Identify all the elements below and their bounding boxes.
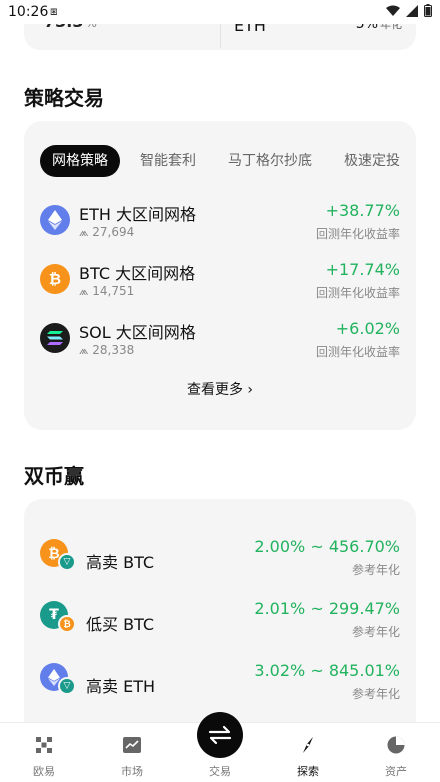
strategy-tabs: 网格策略 智能套利 马丁格尔抄底 极速定投 [40,145,412,177]
usdt-btc-pair-icon: ₮ ₿ [40,601,76,637]
dual-pct: 3.02% ~ 845.01% [254,661,400,680]
tab-arbitrage[interactable]: 智能套利 [128,145,208,177]
grid-users: ⩕ 14,751 [79,284,135,298]
grid-row-eth[interactable]: ETH 大区间网格 ⩕ 27,694 +38.77% 回测年化收益率 [40,197,400,245]
dual-pct-label: 参考年化 [351,563,400,577]
nav-label: 市场 [121,765,143,778]
nav-assets[interactable]: 资产 [352,723,440,782]
nav-label: 资产 [385,765,407,778]
grid-pct-label: 回测年化收益率 [315,286,400,300]
signal-icon [406,4,418,17]
nav-label: 欧易 [33,765,55,778]
dual-row-sell-btc[interactable]: ₿ ▽ 高卖 BTC 2.00% ~ 456.70% 参考年化 [40,537,400,583]
sol-icon [40,323,70,353]
tab-martingale[interactable]: 马丁格尔抄底 [216,145,324,177]
status-bar: 10:26 ⧆ [0,0,440,24]
dual-pct-label: 参考年化 [351,687,400,701]
dual-name: 高卖 ETH [86,677,156,696]
battery-icon [424,4,432,17]
grid-name: BTC 大区间网格 [79,264,196,283]
grid-name: ETH 大区间网格 [79,205,197,224]
dual-pct-label: 参考年化 [351,625,400,639]
users-icon: ⩕ [79,225,93,239]
tab-recurring[interactable]: 极速定投 [332,145,412,177]
grid-users: ⩕ 28,338 [79,343,135,357]
grid-users: ⩕ 27,694 [79,225,135,239]
okx-logo-icon [36,737,52,753]
nav-label: 探索 [297,765,319,778]
dual-section-title: 双币赢 [24,464,84,488]
nav-label: 交易 [209,765,231,778]
grid-pct: +38.77% [325,201,400,220]
dual-row-sell-eth[interactable]: ▽ 高卖 ETH 3.02% ~ 845.01% 参考年化 [40,661,400,707]
strategy-card: 网格策略 智能套利 马丁格尔抄底 极速定投 ETH 大区间网格 ⩕ 27,694… [24,121,416,430]
grid-row-sol[interactable]: SOL 大区间网格 ⩕ 28,338 +6.02% 回测年化收益率 [40,315,400,363]
status-icons [386,4,432,17]
tab-grid[interactable]: 网格策略 [40,145,120,177]
grid-pct-label: 回测年化收益率 [315,227,400,241]
grid-pct: +6.02% [335,319,400,338]
nav-okx[interactable]: 欧易 [0,723,88,782]
chevron-right-icon: › [247,382,254,398]
swap-icon [208,725,232,745]
nav-market[interactable]: 市场 [88,723,176,782]
see-more-link[interactable]: 查看更多 › [24,379,416,399]
grid-pct-label: 回测年化收益率 [315,345,400,359]
dual-pct: 2.01% ~ 299.47% [254,599,400,618]
dual-row-buy-btc[interactable]: ₮ ₿ 低买 BTC 2.01% ~ 299.47% 参考年化 [40,599,400,645]
grid-pct: +17.74% [325,260,400,279]
users-icon: ⩕ [79,284,93,298]
dual-name: 低买 BTC [86,615,155,634]
wifi-icon [386,5,400,16]
dual-pct: 2.00% ~ 456.70% [254,537,400,556]
btc-icon: ₿ [40,264,70,294]
users-icon: ⩕ [79,343,93,357]
compass-icon [303,737,313,753]
pie-chart-icon [387,736,405,754]
status-time: 10:26 [8,4,49,20]
eth-usdt-pair-icon: ▽ [40,663,76,699]
dual-name: 高卖 BTC [86,553,155,572]
eth-icon [40,205,70,235]
grid-row-btc[interactable]: ₿ BTC 大区间网格 ⩕ 14,751 +17.74% 回测年化收益率 [40,256,400,304]
grid-name: SOL 大区间网格 [79,323,196,342]
nav-explore[interactable]: 探索 [264,723,352,782]
strategy-section-title: 策略交易 [24,86,104,110]
btc-usdt-pair-icon: ₿ ▽ [40,539,76,575]
dual-card: ₿ ▽ 高卖 BTC 2.00% ~ 456.70% 参考年化 ₮ ₿ 低买 B… [24,499,416,739]
notification-icon: ⧆ [50,4,58,18]
chart-icon [123,737,141,753]
trade-button[interactable] [197,712,243,758]
